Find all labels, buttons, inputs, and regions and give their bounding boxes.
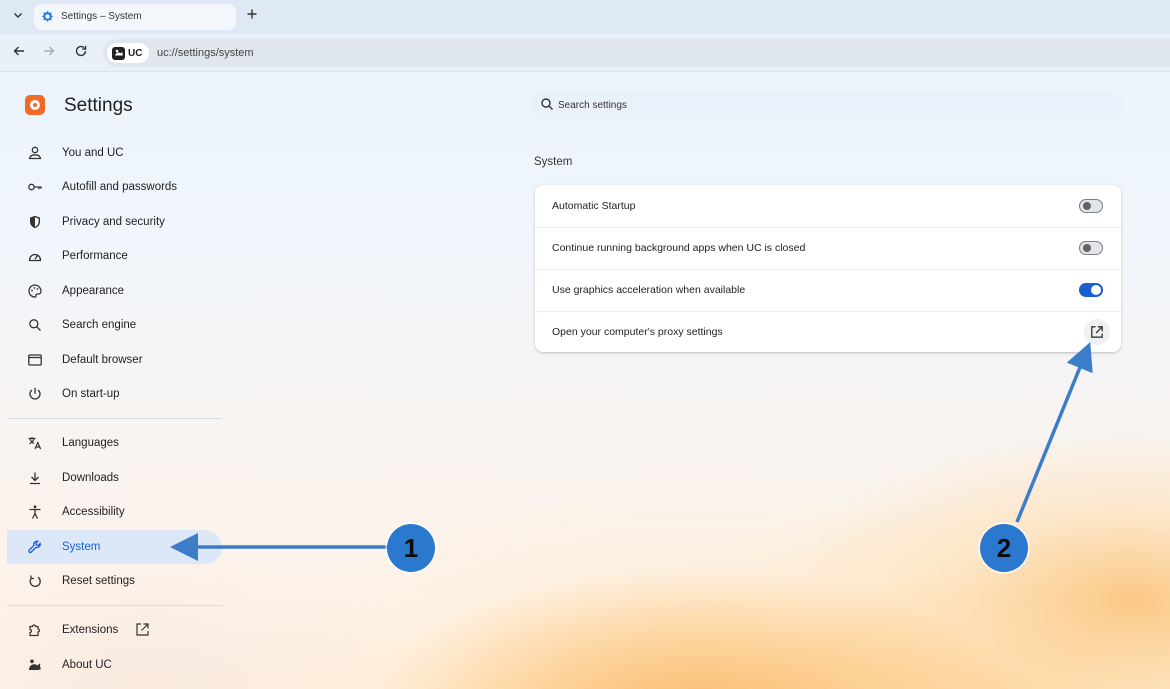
- annotation-badge-2: 2: [980, 524, 1028, 572]
- annotation-arrow-2: [1015, 342, 1093, 523]
- annotation-badge-1: 1: [387, 524, 435, 572]
- annotation-arrows: [170, 342, 1093, 561]
